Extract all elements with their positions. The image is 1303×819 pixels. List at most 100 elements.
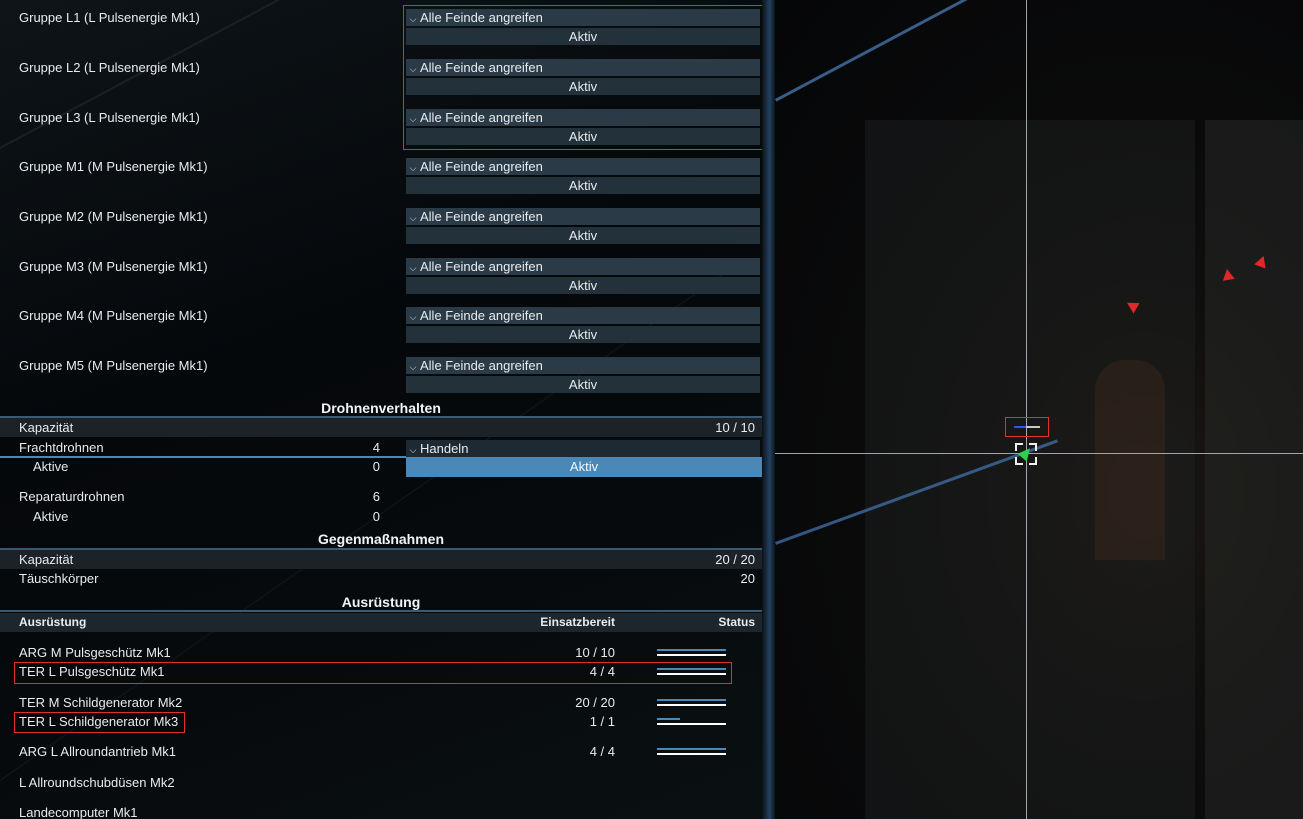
hull-indicator	[1026, 426, 1040, 428]
status-bars	[657, 648, 726, 658]
chevron-down-icon: ⌵	[409, 362, 417, 372]
cargo-active-count: 0	[372, 459, 380, 474]
weapon-group-row: Gruppe M2 (M Pulsenergie Mk1) ⌵ Alle Fein…	[0, 199, 762, 249]
drone-capacity-row: Kapazität 10 / 10	[0, 418, 762, 437]
hull-bar	[657, 748, 726, 750]
drone-capacity-value: 10 / 10	[715, 420, 755, 435]
equipment-row: TER M Schildgenerator Mk2 20 / 20	[0, 693, 762, 712]
shield-indicator	[1014, 426, 1026, 428]
weapon-group-state-button[interactable]: Aktiv	[406, 277, 760, 294]
decoy-label: Täuschkörper	[19, 571, 99, 586]
ship-info-panel: Gruppe L1 (L Pulsenergie Mk1) ⌵ Alle Fein…	[0, 0, 762, 819]
weapon-group-row: Gruppe M1 (M Pulsenergie Mk1) ⌵ Alle Fein…	[0, 149, 762, 199]
weapon-group-name: Gruppe M5 (M Pulsenergie Mk1)	[19, 358, 208, 373]
column-header-ready: Einsatzbereit	[540, 615, 615, 629]
weapon-group-mode-label: Alle Feinde angreifen	[420, 308, 543, 323]
equipment-table-header: Ausrüstung Einsatzbereit Status	[0, 613, 762, 632]
shield-bar	[657, 753, 726, 755]
panel-divider[interactable]	[762, 0, 775, 819]
weapon-group-mode-dropdown[interactable]: ⌵ Alle Feinde angreifen	[406, 357, 760, 374]
cargo-drones-label: Frachtdrohnen	[19, 440, 104, 455]
status-bars	[657, 747, 726, 757]
weapon-group-name: Gruppe M4 (M Pulsenergie Mk1)	[19, 308, 208, 323]
weapon-group-mode-label: Alle Feinde angreifen	[420, 259, 543, 274]
chevron-down-icon: ⌵	[409, 163, 417, 173]
equipment-name: Landecomputer Mk1	[19, 805, 138, 819]
equipment-name: L Allroundschubdüsen Mk2	[19, 775, 175, 790]
weapon-group-state-button[interactable]: Aktiv	[406, 227, 760, 244]
weapon-group-name: Gruppe M3 (M Pulsenergie Mk1)	[19, 259, 208, 274]
equipment-name: TER M Schildgenerator Mk2	[19, 695, 183, 710]
countermeasure-capacity-value: 20 / 20	[715, 552, 755, 567]
equipment-ready: 4 / 4	[589, 744, 615, 759]
weapon-group-name: Gruppe M1 (M Pulsenergie Mk1)	[19, 159, 208, 174]
section-divider	[0, 610, 762, 612]
hull-bar-fill	[657, 699, 726, 701]
weapon-group-row: Gruppe M5 (M Pulsenergie Mk1) ⌵ Alle Fein…	[0, 348, 762, 398]
weapon-group-mode-label: Alle Feinde angreifen	[420, 209, 543, 224]
weapon-group-state-button[interactable]: Aktiv	[406, 326, 760, 343]
weapon-group-row: Gruppe M3 (M Pulsenergie Mk1) ⌵ Alle Fein…	[0, 249, 762, 299]
highlight-box	[403, 5, 762, 150]
equipment-row: Landecomputer Mk1	[0, 803, 762, 819]
cargo-active-label: Aktive	[33, 459, 69, 474]
column-header-status: Status	[718, 615, 755, 629]
station-structure	[1205, 120, 1303, 819]
weapon-group-name: Gruppe L1 (L Pulsenergie Mk1)	[19, 10, 200, 25]
column-header-equipment: Ausrüstung	[19, 615, 87, 629]
equipment-section-title: Ausrüstung	[341, 594, 421, 610]
hull-bar	[657, 718, 726, 720]
weapon-group-mode-label: Alle Feinde angreifen	[420, 358, 543, 373]
equipment-ready: 1 / 1	[589, 714, 615, 729]
countermeasure-capacity-label: Kapazität	[19, 552, 74, 567]
bracket-corner	[1029, 457, 1037, 465]
equipment-name: ARG M Pulsgeschütz Mk1	[19, 645, 171, 660]
highlight-box	[14, 662, 732, 684]
weapon-group-name: Gruppe L3 (L Pulsenergie Mk1)	[19, 110, 200, 125]
weapon-group-state-button[interactable]: Aktiv	[406, 177, 760, 194]
equipment-name: ARG L Allroundantrieb Mk1	[19, 744, 177, 759]
player-ship-marker[interactable]	[1015, 443, 1037, 465]
hull-bar-fill	[657, 649, 726, 651]
weapon-group-mode-dropdown[interactable]: ⌵ Alle Feinde angreifen	[406, 158, 760, 175]
weapon-group-row: Gruppe M4 (M Pulsenergie Mk1) ⌵ Alle Fein…	[0, 298, 762, 348]
crosshair-vertical	[1026, 0, 1027, 819]
crosshair-horizontal	[775, 453, 1303, 454]
repair-active-count: 0	[372, 509, 380, 524]
highlight-box	[14, 712, 185, 733]
hull-bar-fill	[657, 718, 680, 720]
weapon-group-name: Gruppe M2 (M Pulsenergie Mk1)	[19, 209, 208, 224]
decoy-row: Täuschkörper 20	[0, 569, 762, 588]
decoy-value: 20	[740, 571, 755, 586]
cargo-active-button[interactable]: Aktiv	[406, 457, 762, 477]
chevron-down-icon: ⌵	[409, 263, 417, 273]
weapon-group-mode-dropdown[interactable]: ⌵ Alle Feinde angreifen	[406, 208, 760, 225]
equipment-ready: 10 / 10	[575, 645, 615, 660]
enemy-marker	[1221, 267, 1235, 281]
bracket-corner	[1015, 457, 1023, 465]
repair-drones-row: Reparaturdrohnen 6	[0, 487, 762, 506]
space-viewport[interactable]	[775, 0, 1303, 819]
target-health-highlight	[1005, 417, 1049, 437]
equipment-row: L Allroundschubdüsen Mk2	[0, 773, 762, 792]
beam-line	[775, 0, 1006, 102]
hull-bar	[657, 649, 726, 651]
repair-active-label: Aktive	[33, 509, 69, 524]
cargo-drone-mode-label: Handeln	[420, 441, 469, 456]
repair-drones-label: Reparaturdrohnen	[19, 489, 125, 504]
status-bars	[657, 698, 726, 708]
cargo-drones-count: 4	[372, 440, 380, 455]
weapon-group-state-button[interactable]: Aktiv	[406, 376, 760, 393]
repair-active-row: Aktive 0	[0, 507, 762, 526]
drone-capacity-label: Kapazität	[19, 420, 74, 435]
station-glow	[1095, 360, 1165, 560]
weapon-group-name: Gruppe L2 (L Pulsenergie Mk1)	[19, 60, 200, 75]
equipment-ready: 20 / 20	[575, 695, 615, 710]
weapon-group-mode-dropdown[interactable]: ⌵ Alle Feinde angreifen	[406, 307, 760, 324]
repair-drones-count: 6	[372, 489, 380, 504]
equipment-row: ARG M Pulsgeschütz Mk1 10 / 10	[0, 643, 762, 662]
chevron-down-icon: ⌵	[409, 312, 417, 322]
cargo-drone-mode-dropdown[interactable]: ⌵ Handeln	[406, 440, 760, 457]
weapon-group-mode-dropdown[interactable]: ⌵ Alle Feinde angreifen	[406, 258, 760, 275]
hull-bar	[657, 699, 726, 701]
